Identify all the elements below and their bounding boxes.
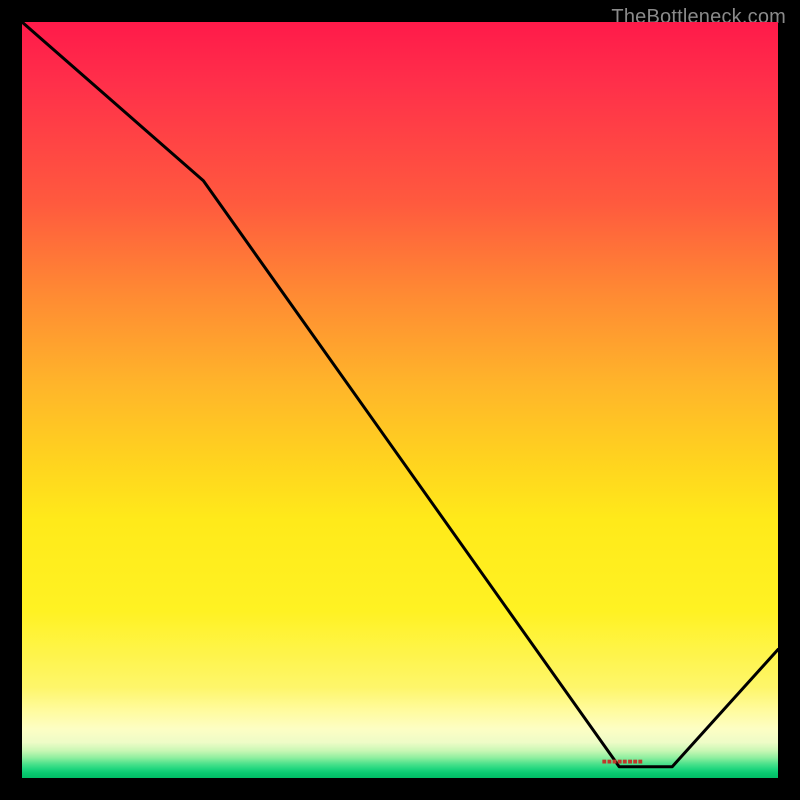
plot-area xyxy=(22,22,778,778)
chart-stage: TheBottleneck.com ■■■■■■■■ xyxy=(0,0,800,800)
